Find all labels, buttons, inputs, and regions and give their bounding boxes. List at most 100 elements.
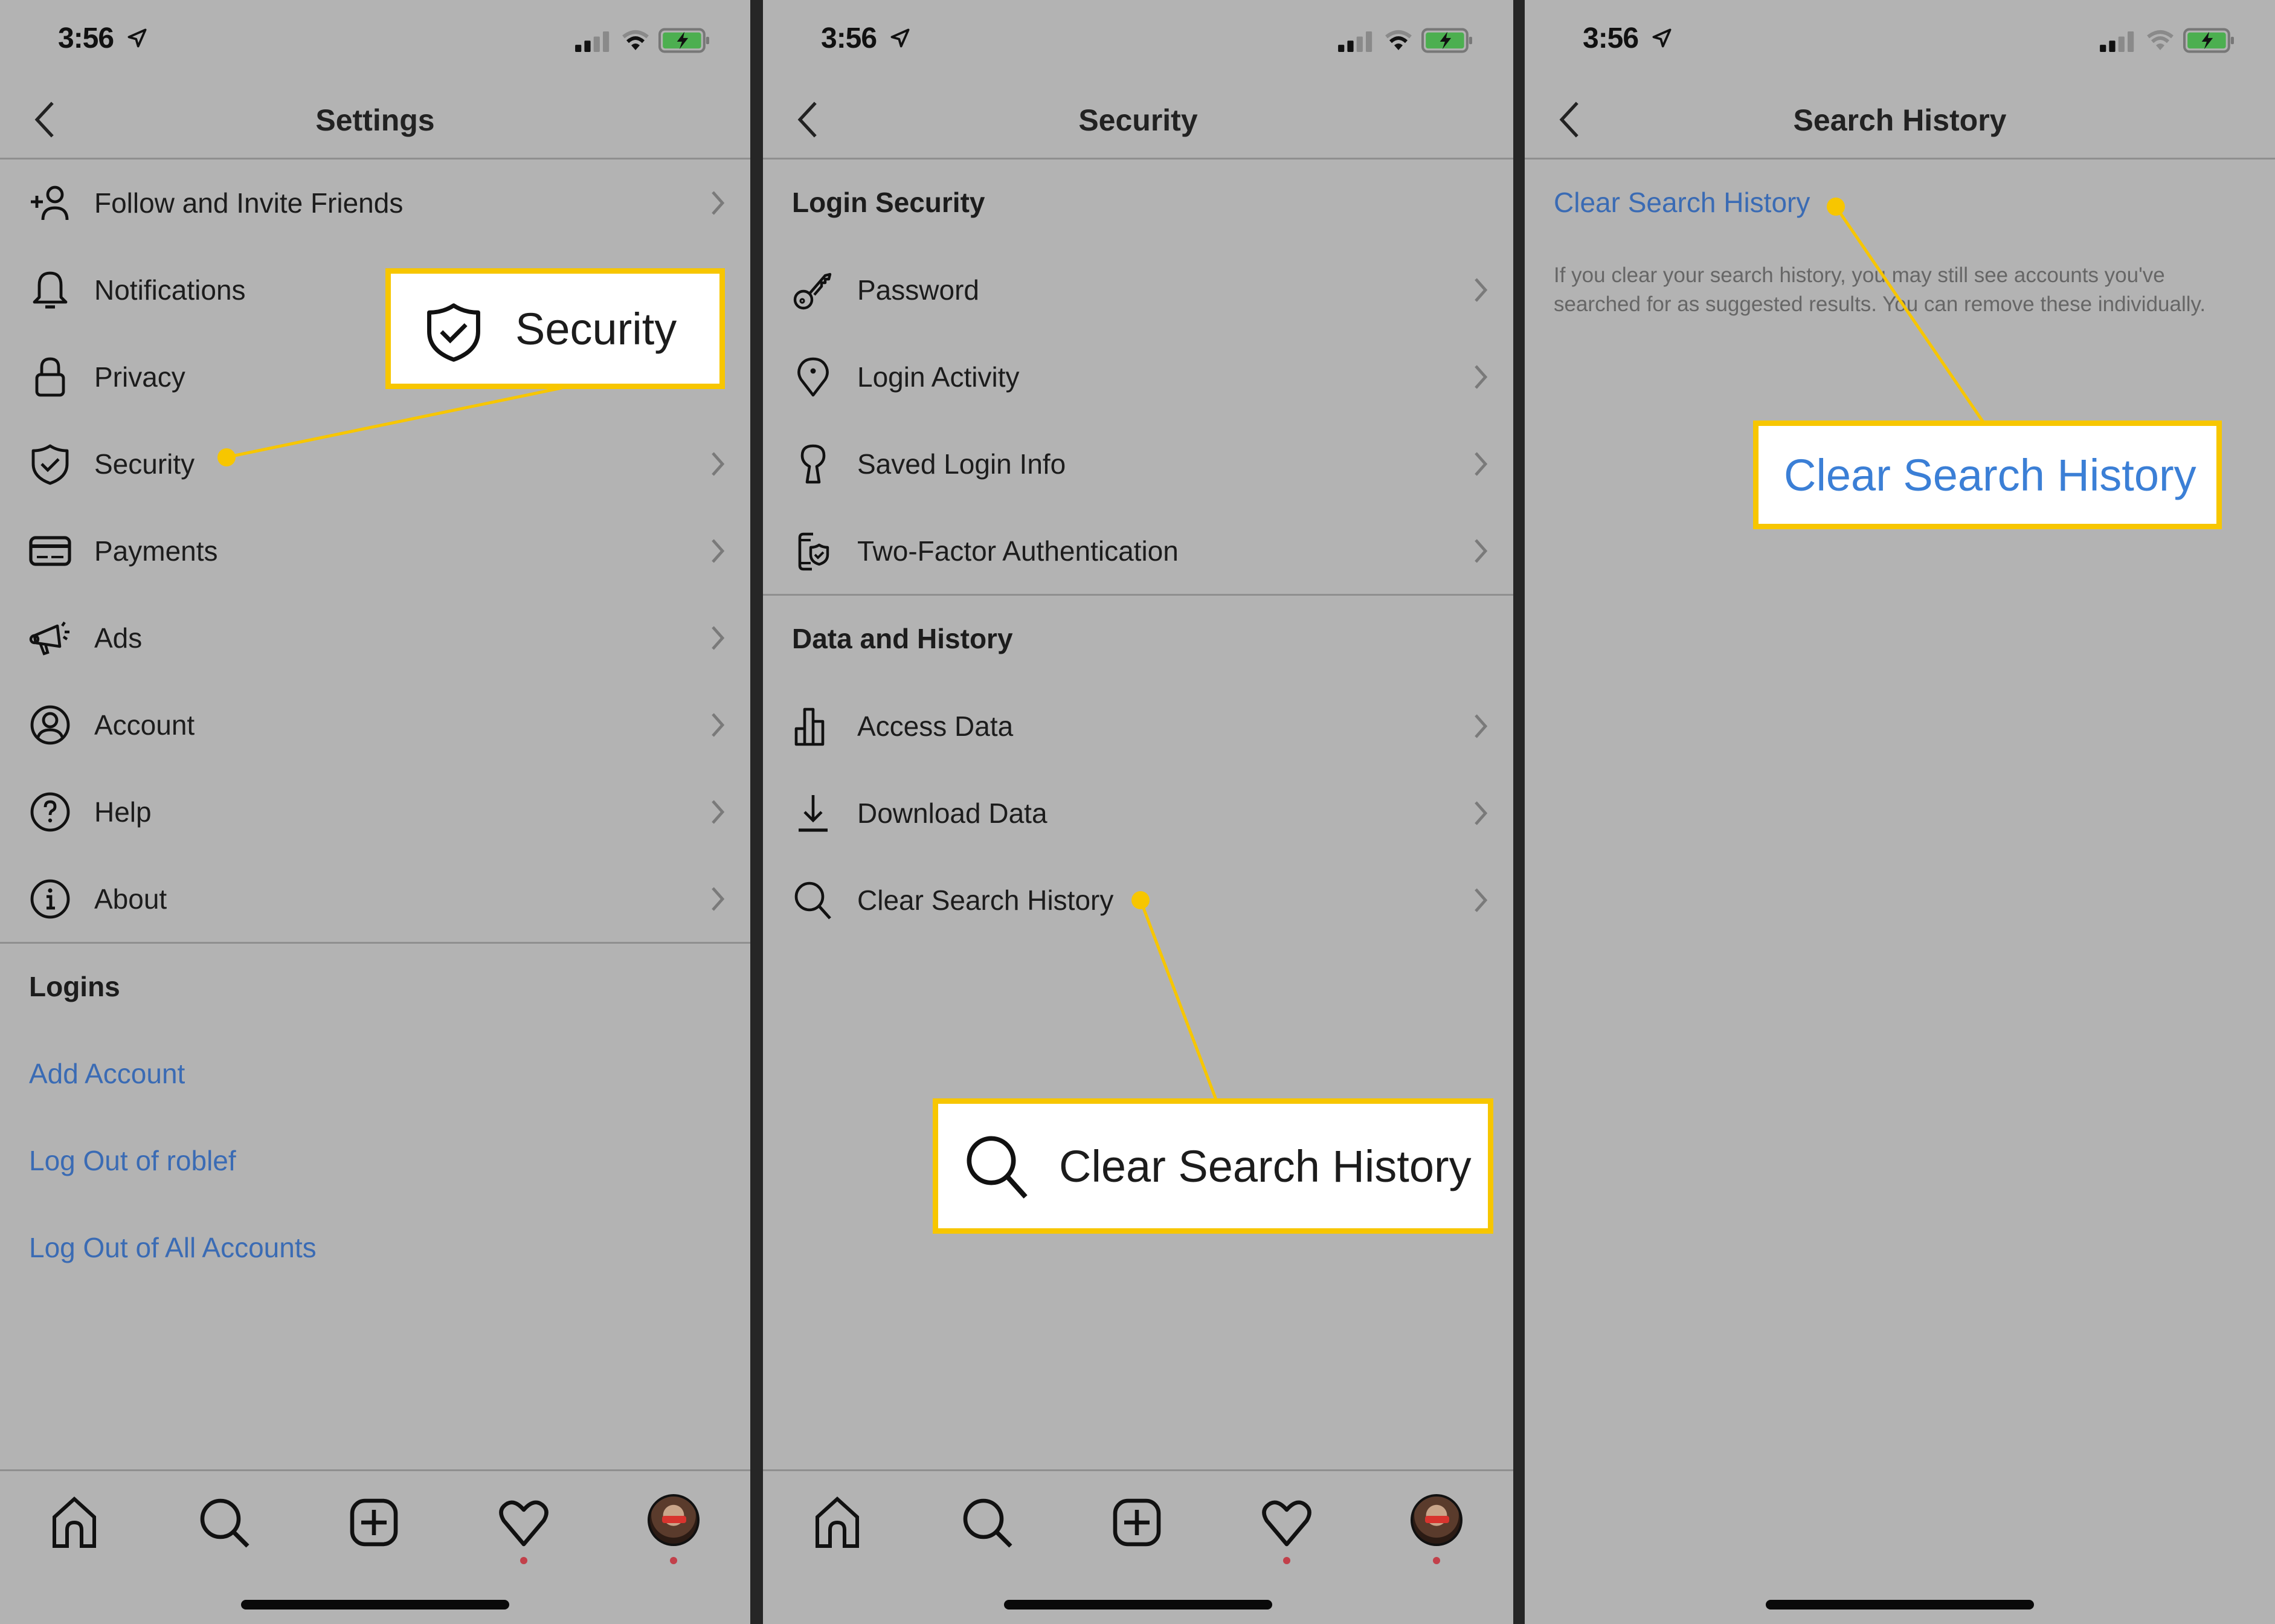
settings-item-about[interactable]: About xyxy=(0,856,750,942)
chevron-right-icon xyxy=(1475,539,1488,563)
callout-label: Clear Search History xyxy=(1059,1141,1472,1191)
battery-charging-icon xyxy=(658,28,709,53)
callout-pointer-dot xyxy=(1827,198,1845,216)
chevron-right-icon xyxy=(712,626,725,650)
item-label: Password xyxy=(857,274,979,306)
home-indicator[interactable] xyxy=(1766,1600,2034,1610)
activity-notification-dot xyxy=(520,1557,527,1564)
shield-check-icon xyxy=(427,303,480,362)
question-circle-icon xyxy=(27,788,74,836)
navigation-bar: Security xyxy=(763,85,1513,160)
person-circle-icon xyxy=(27,701,74,749)
tab-search[interactable] xyxy=(960,1495,1014,1550)
data-history-header: Data and History xyxy=(792,623,1013,654)
clear-search-history-link[interactable]: Clear Search History xyxy=(1554,186,1810,219)
tab-new-post[interactable] xyxy=(347,1495,401,1550)
location-pin-icon xyxy=(790,353,837,401)
security-item-two-factor[interactable]: Two-Factor Authentication xyxy=(763,507,1513,594)
login-security-header: Login Security xyxy=(792,187,985,218)
chevron-right-icon xyxy=(712,452,725,476)
log-out-all-link[interactable]: Log Out of All Accounts xyxy=(29,1231,317,1264)
location-arrow-icon xyxy=(890,28,910,48)
megaphone-icon xyxy=(27,614,74,662)
status-time: 3:56 xyxy=(1583,22,1639,54)
security-item-access-data[interactable]: Access Data xyxy=(763,683,1513,770)
tab-profile-avatar[interactable] xyxy=(648,1494,700,1546)
item-label: Follow and Invite Friends xyxy=(94,187,404,219)
item-label: Payments xyxy=(94,535,218,567)
chevron-right-icon xyxy=(1475,278,1488,302)
chevron-right-icon xyxy=(712,800,725,824)
section-divider xyxy=(0,942,750,944)
clear-history-description: If you clear your search history, you ma… xyxy=(1554,263,2206,316)
item-label: Saved Login Info xyxy=(857,448,1066,480)
tab-home[interactable] xyxy=(810,1495,864,1550)
wifi-icon xyxy=(622,30,649,50)
settings-item-account[interactable]: Account xyxy=(0,682,750,768)
key-icon xyxy=(790,266,837,314)
cellular-signal-icon xyxy=(1338,31,1372,52)
status-time: 3:56 xyxy=(821,22,877,54)
chevron-right-icon xyxy=(712,887,725,911)
search-history-screen: 3:56 Search History Clear Search History… xyxy=(1525,0,2275,1624)
chevron-right-icon xyxy=(712,713,725,737)
tab-search[interactable] xyxy=(197,1495,251,1550)
item-label: Ads xyxy=(94,622,143,654)
item-label: About xyxy=(94,883,167,915)
chevron-right-icon xyxy=(1475,714,1488,738)
keyhole-icon xyxy=(790,440,837,488)
logins-header: Logins xyxy=(29,971,120,1002)
log-out-user-link[interactable]: Log Out of roblef xyxy=(29,1144,236,1177)
callout-label: Clear Search History xyxy=(1784,450,2196,500)
add-account-link[interactable]: Add Account xyxy=(29,1057,185,1090)
tab-activity[interactable] xyxy=(497,1495,551,1550)
item-label: Login Activity xyxy=(857,361,1020,393)
info-circle-icon xyxy=(27,875,74,923)
chevron-right-icon xyxy=(712,539,725,563)
tab-new-post[interactable] xyxy=(1110,1495,1164,1550)
security-item-saved-login[interactable]: Saved Login Info xyxy=(763,420,1513,507)
page-title: Search History xyxy=(1793,103,2007,137)
item-label: Help xyxy=(94,796,152,828)
settings-item-follow-invite[interactable]: Follow and Invite Friends xyxy=(0,160,750,246)
page-title: Security xyxy=(1078,103,1198,137)
callout-pointer-dot xyxy=(217,448,236,466)
callout-label: Security xyxy=(515,303,677,354)
shield-check-icon xyxy=(27,440,74,488)
chevron-right-icon xyxy=(1475,452,1488,476)
settings-screen: 3:56 Settings Follow and Invite Friends … xyxy=(0,0,750,1624)
security-item-password[interactable]: Password xyxy=(763,246,1513,334)
settings-item-payments[interactable]: Payments xyxy=(0,507,750,594)
section-divider xyxy=(763,594,1513,596)
item-label: Download Data xyxy=(857,798,1047,829)
home-indicator[interactable] xyxy=(1004,1600,1272,1610)
item-label: Security xyxy=(94,448,195,480)
security-item-download-data[interactable]: Download Data xyxy=(763,770,1513,857)
clear-search-history-callout: Clear Search History xyxy=(1753,420,2222,529)
tab-profile-avatar[interactable] xyxy=(1411,1494,1462,1546)
activity-notification-dot xyxy=(1283,1557,1290,1564)
bar-chart-icon xyxy=(790,703,837,750)
download-icon xyxy=(790,790,837,837)
settings-item-security[interactable]: Security xyxy=(0,420,750,507)
tab-bar xyxy=(0,1469,750,1624)
item-label: Two-Factor Authentication xyxy=(857,535,1179,567)
callout-pointer-dot xyxy=(1131,891,1150,909)
navigation-bar: Search History xyxy=(1525,85,2275,160)
lock-icon xyxy=(27,353,74,401)
profile-notification-dot xyxy=(1433,1557,1440,1564)
cellular-signal-icon xyxy=(575,31,610,52)
home-indicator[interactable] xyxy=(241,1600,509,1610)
settings-item-ads[interactable]: Ads xyxy=(0,594,750,682)
settings-item-help[interactable]: Help xyxy=(0,768,750,856)
status-bar: 3:56 xyxy=(0,0,750,85)
location-arrow-icon xyxy=(1652,28,1672,48)
battery-charging-icon xyxy=(2183,28,2234,53)
search-icon xyxy=(790,877,837,924)
tab-activity[interactable] xyxy=(1260,1495,1314,1550)
security-screen: 3:56 Security Login Security Password Lo… xyxy=(763,0,1513,1624)
battery-charging-icon xyxy=(1421,28,1472,53)
security-item-login-activity[interactable]: Login Activity xyxy=(763,334,1513,420)
bell-icon xyxy=(27,266,74,314)
tab-home[interactable] xyxy=(47,1495,101,1550)
